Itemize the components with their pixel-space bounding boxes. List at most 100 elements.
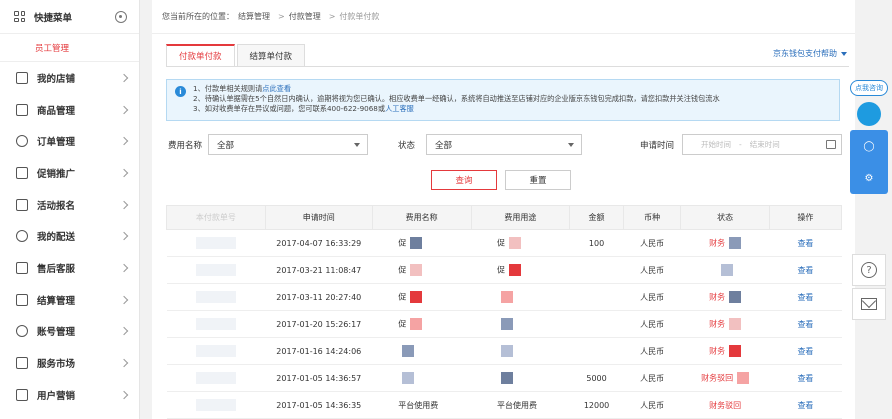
action-cell[interactable]: 查看: [769, 229, 842, 257]
breadcrumb-payment[interactable]: 付款管理: [289, 11, 321, 22]
action-cell[interactable]: 查看: [769, 337, 842, 365]
order-id-cell: [166, 229, 266, 257]
sidebar-item[interactable]: 活动报名: [0, 189, 139, 221]
order-id-cell: [166, 310, 266, 338]
time-text: 2017-04-07 16:33:29: [276, 238, 362, 248]
gear-icon[interactable]: [115, 10, 127, 23]
sidebar-subitem-staff[interactable]: 员工管理: [0, 34, 139, 62]
date-range-picker[interactable]: 开始时间 - 结束时间: [682, 134, 842, 155]
amount-cell: 5000: [569, 364, 624, 392]
customer-service-link[interactable]: 人工客服: [385, 104, 414, 113]
message-button[interactable]: [852, 288, 886, 320]
date-separator: -: [739, 140, 742, 149]
order-id-cell: [166, 283, 266, 311]
calendar-icon[interactable]: [826, 140, 836, 149]
sidebar-item-label: 结算管理: [37, 295, 76, 307]
use-cell: 促: [471, 256, 570, 284]
table-row: 2017-03-21 11:08:47 促 促 人民币 查看: [166, 256, 842, 284]
action-cell[interactable]: 查看: [769, 364, 842, 392]
status-value: 全部: [435, 140, 453, 151]
table-row: 2017-01-20 15:26:17 促 人民币 财务 查看: [166, 310, 842, 338]
mascot-icon[interactable]: [857, 102, 881, 126]
currency-cell: 人民币: [623, 391, 681, 419]
sidebar-item[interactable]: 账号管理: [0, 316, 139, 348]
action-cell[interactable]: 查看: [769, 310, 842, 338]
sidebar-title: 快捷菜单: [34, 12, 73, 24]
sidebar-item[interactable]: 用户营销: [0, 379, 139, 411]
mail-icon: [861, 298, 877, 310]
fee-name-select[interactable]: 全部: [208, 134, 368, 155]
action-cell[interactable]: 查看: [769, 391, 842, 419]
help-button[interactable]: ?: [852, 254, 886, 286]
redacted-block: [410, 318, 423, 330]
column-header: 操作: [768, 205, 843, 230]
column-header: 金额: [569, 205, 624, 230]
status-cell: [680, 256, 770, 284]
consult-bubble[interactable]: 点我咨询: [850, 80, 888, 96]
status-text: 财务: [709, 346, 726, 356]
sidebar-item[interactable]: 商品管理: [0, 94, 139, 126]
currency-text: 人民币: [640, 265, 665, 275]
name-text: 平台使用费: [398, 400, 439, 410]
breadcrumb: 您当前所在的位置： 结算管理 > 付款管理 > 付款单付款: [152, 0, 855, 34]
order-id-cell: [166, 337, 266, 365]
chevron-right-icon: [119, 73, 129, 83]
amount-cell: 12000: [569, 391, 624, 419]
tool-icon[interactable]: ⚙: [865, 173, 874, 184]
currency-cell: 人民币: [623, 364, 681, 392]
action-text: 查看: [797, 373, 814, 383]
chevron-down-icon: [354, 143, 360, 147]
consult-widget[interactable]: 点我咨询 ◯ ⚙: [850, 80, 888, 198]
tab-settlement-order[interactable]: 结算单付款: [236, 44, 306, 66]
sidebar-item[interactable]: 服务市场: [0, 347, 139, 379]
chevron-right-icon: [119, 295, 129, 304]
time-cell: 2017-01-05 14:36:57: [265, 364, 373, 392]
status-cell: 财务驳回: [680, 391, 770, 419]
end-date-input[interactable]: 结束时间: [750, 139, 780, 150]
sidebar-item-label: 账号管理: [37, 327, 76, 339]
tab-payment-order[interactable]: 付款单付款: [166, 44, 235, 66]
action-cell[interactable]: 查看: [769, 283, 842, 311]
action-text: 查看: [797, 346, 814, 356]
status-select[interactable]: 全部: [426, 134, 582, 155]
column-header: 费用名称: [371, 205, 472, 230]
sidebar-item[interactable]: 我的配送: [0, 220, 139, 252]
breadcrumb-settlement[interactable]: 结算管理: [238, 11, 270, 22]
redacted-block: [501, 291, 514, 303]
sidebar-item[interactable]: 结算管理: [0, 284, 139, 316]
lightbulb-icon[interactable]: ◯: [863, 141, 874, 152]
redacted-block: [501, 372, 514, 384]
fee-name-label: 费用名称: [168, 141, 203, 151]
query-button[interactable]: 查询: [431, 170, 497, 190]
tab-bar: 付款单付款 结算单付款: [166, 44, 307, 66]
sidebar-item[interactable]: 我的店铺: [0, 62, 139, 94]
name-cell: 促: [372, 256, 472, 284]
breadcrumb-sep-1: >: [278, 12, 285, 21]
reset-button[interactable]: 重置: [505, 170, 571, 190]
status-cell: 财务: [680, 229, 770, 257]
time-text: 2017-01-20 15:26:17: [276, 319, 362, 329]
time-text: 2017-01-05 14:36:57: [276, 373, 362, 383]
use-cell: 促: [471, 229, 570, 257]
after-sales-icon: [16, 261, 28, 274]
status-text: 财务: [709, 319, 726, 329]
redacted-block: [410, 264, 423, 276]
sidebar-item[interactable]: 订单管理: [0, 125, 139, 157]
time-text: 2017-03-21 11:08:47: [276, 265, 362, 275]
column-header: 本付款单号: [166, 205, 266, 230]
use-cell: [471, 283, 570, 311]
sidebar-item[interactable]: 售后客服: [0, 252, 139, 284]
redacted-block: [195, 237, 236, 249]
wallet-help-link[interactable]: 京东钱包支付帮助: [773, 48, 847, 59]
action-cell[interactable]: 查看: [769, 256, 842, 284]
breadcrumb-prefix: 您当前所在的位置：: [162, 12, 234, 21]
rules-link[interactable]: 点此查看: [262, 84, 291, 93]
wallet-help-label: 京东钱包支付帮助: [773, 49, 837, 58]
action-text: 查看: [797, 319, 814, 329]
chevron-right-icon: [119, 263, 129, 273]
sidebar-item[interactable]: 促销推广: [0, 157, 139, 189]
start-date-input[interactable]: 开始时间: [701, 139, 731, 150]
breadcrumb-current: 付款单付款: [339, 12, 380, 21]
apply-date-label: 申请时间: [640, 141, 675, 151]
sidebar-item-label: 我的店铺: [37, 73, 76, 85]
